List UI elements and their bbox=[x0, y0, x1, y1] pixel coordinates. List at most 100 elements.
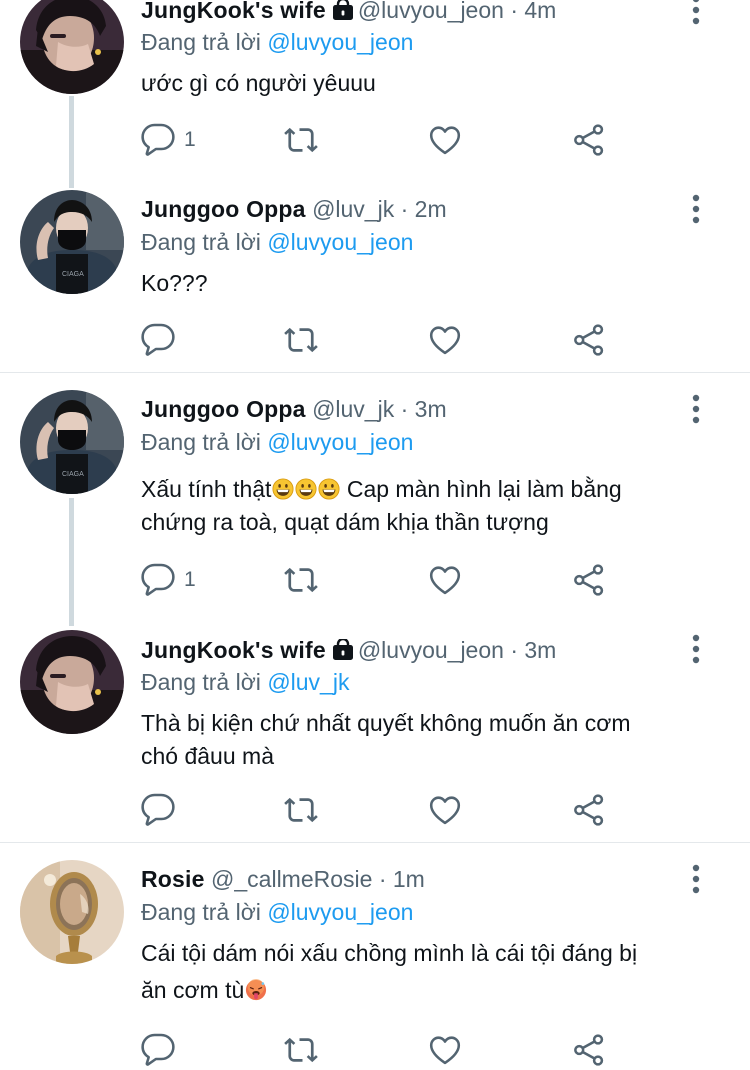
like-button[interactable] bbox=[427, 120, 463, 160]
retweet-button[interactable] bbox=[283, 1030, 319, 1070]
more-vertical-icon[interactable] bbox=[684, 393, 708, 425]
share-button[interactable] bbox=[571, 560, 607, 600]
hot-face-emoji bbox=[245, 979, 267, 1001]
tweet-text-segment: Cap màn hình lại làm bằng bbox=[340, 476, 622, 502]
more-vertical-icon[interactable] bbox=[684, 193, 708, 225]
tweet-text-segment: Xấu tính thật bbox=[141, 476, 272, 502]
timestamp[interactable]: 3m bbox=[415, 396, 447, 422]
avatar[interactable] bbox=[20, 190, 124, 294]
timestamp[interactable]: 3m bbox=[524, 637, 556, 663]
retweet-button[interactable] bbox=[283, 320, 319, 360]
tweet-header: Junggoo Oppa @luv_jk · 3m bbox=[141, 392, 447, 426]
tweet-text-line: ước gì có người yêuuu bbox=[141, 70, 376, 96]
grinning-emoji bbox=[318, 478, 340, 500]
replying-to-label: Đang trả lời bbox=[141, 669, 261, 695]
share-button[interactable] bbox=[571, 790, 607, 830]
tweet-header: JungKook's wife @luvyou_jeon · 4m bbox=[141, 0, 556, 27]
more-vertical-icon[interactable] bbox=[684, 0, 708, 26]
tweet-text: Thà bị kiện chứ nhất quyết không muốn ăn… bbox=[141, 707, 721, 773]
reply-button[interactable] bbox=[140, 320, 176, 360]
display-name[interactable]: JungKook's wife bbox=[141, 637, 326, 663]
grinning-emoji bbox=[295, 478, 317, 500]
like-button[interactable] bbox=[427, 790, 463, 830]
tweet-header: Junggoo Oppa @luv_jk · 2m bbox=[141, 192, 447, 226]
separator-dot: · bbox=[394, 396, 415, 422]
share-icon bbox=[571, 1032, 607, 1068]
tweet-text-line: chó đâuu mà bbox=[141, 743, 274, 769]
reply-icon bbox=[140, 1032, 176, 1068]
retweet-icon bbox=[283, 562, 319, 598]
timestamp[interactable]: 2m bbox=[415, 196, 447, 222]
action-bar bbox=[140, 1030, 620, 1070]
retweet-button[interactable] bbox=[283, 560, 319, 600]
avatar[interactable] bbox=[20, 630, 124, 734]
tweet-header: Rosie @_callmeRosie · 1m bbox=[141, 862, 425, 896]
like-icon bbox=[427, 792, 463, 828]
username[interactable]: @luv_jk bbox=[312, 396, 394, 422]
more-vertical-icon[interactable] bbox=[684, 863, 708, 895]
avatar[interactable] bbox=[20, 390, 124, 494]
display-name[interactable]: Junggoo Oppa bbox=[141, 396, 306, 422]
separator-dot: · bbox=[372, 866, 393, 892]
tweet-text: Ko??? bbox=[141, 267, 721, 300]
display-name[interactable]: Rosie bbox=[141, 866, 205, 892]
reply-button[interactable] bbox=[140, 790, 176, 830]
like-icon bbox=[427, 1032, 463, 1068]
like-button[interactable] bbox=[427, 320, 463, 360]
avatar[interactable] bbox=[20, 0, 124, 94]
action-bar: 1 bbox=[140, 560, 620, 600]
like-button[interactable] bbox=[427, 560, 463, 600]
retweet-icon bbox=[283, 1032, 319, 1068]
username[interactable]: @luv_jk bbox=[312, 196, 394, 222]
tweet-text-line: Ko??? bbox=[141, 270, 208, 296]
replying-to-handle[interactable]: @luvyou_jeon bbox=[267, 899, 413, 925]
action-bar bbox=[140, 320, 620, 360]
share-button[interactable] bbox=[571, 120, 607, 160]
lock-icon bbox=[332, 0, 354, 21]
replying-to-label: Đang trả lời bbox=[141, 429, 261, 455]
share-icon bbox=[571, 562, 607, 598]
share-icon bbox=[571, 322, 607, 358]
share-button[interactable] bbox=[571, 1030, 607, 1070]
reply-button[interactable] bbox=[140, 1030, 176, 1070]
tweet-text-line: Cái tội dám nói xấu chồng mình là cái tộ… bbox=[141, 940, 638, 966]
reply-button[interactable]: 1 bbox=[140, 560, 196, 600]
share-icon bbox=[571, 122, 607, 158]
more-vertical-icon[interactable] bbox=[684, 633, 708, 665]
replying-to-label: Đang trả lời bbox=[141, 899, 261, 925]
username[interactable]: @luvyou_jeon bbox=[358, 637, 504, 663]
reply-icon bbox=[140, 122, 176, 158]
reply-count: 1 bbox=[184, 568, 196, 591]
display-name[interactable]: JungKook's wife bbox=[141, 0, 326, 23]
timestamp[interactable]: 4m bbox=[524, 0, 556, 23]
tweet-text: ước gì có người yêuuu bbox=[141, 67, 721, 100]
display-name[interactable]: Junggoo Oppa bbox=[141, 196, 306, 222]
action-bar bbox=[140, 790, 620, 830]
replying-to: Đang trả lời @luvyou_jeon bbox=[141, 25, 413, 59]
tweet-header: JungKook's wife @luvyou_jeon · 3m bbox=[141, 633, 556, 667]
avatar[interactable] bbox=[20, 860, 124, 964]
replying-to-handle[interactable]: @luvyou_jeon bbox=[267, 29, 413, 55]
tweet-divider bbox=[0, 372, 750, 373]
replying-to: Đang trả lời @luv_jk bbox=[141, 665, 349, 699]
like-button[interactable] bbox=[427, 1030, 463, 1070]
username[interactable]: @_callmeRosie bbox=[211, 866, 372, 892]
retweet-button[interactable] bbox=[283, 120, 319, 160]
replying-to-handle[interactable]: @luv_jk bbox=[267, 669, 349, 695]
replying-to-handle[interactable]: @luvyou_jeon bbox=[267, 229, 413, 255]
reply-icon bbox=[140, 792, 176, 828]
username[interactable]: @luvyou_jeon bbox=[358, 0, 504, 23]
thread-line bbox=[69, 498, 74, 626]
reply-button[interactable]: 1 bbox=[140, 120, 196, 160]
replying-to-handle[interactable]: @luvyou_jeon bbox=[267, 429, 413, 455]
replying-to-label: Đang trả lời bbox=[141, 29, 261, 55]
action-bar: 1 bbox=[140, 120, 620, 160]
timestamp[interactable]: 1m bbox=[393, 866, 425, 892]
retweet-icon bbox=[283, 322, 319, 358]
share-button[interactable] bbox=[571, 320, 607, 360]
tweet-text-line: Xấu tính thật Cap màn hình lại làm bằng bbox=[141, 473, 721, 506]
reply-icon bbox=[140, 322, 176, 358]
replying-to: Đang trả lời @luvyou_jeon bbox=[141, 895, 413, 929]
retweet-button[interactable] bbox=[283, 790, 319, 830]
like-icon bbox=[427, 122, 463, 158]
